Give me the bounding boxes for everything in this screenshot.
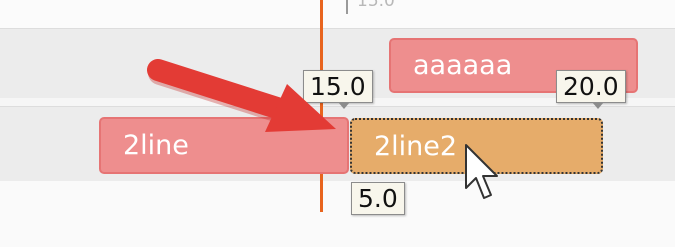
mouse-pointer-icon bbox=[465, 144, 498, 199]
annotation-layer bbox=[147, 59, 498, 199]
arrow-annotation-icon bbox=[147, 59, 336, 132]
